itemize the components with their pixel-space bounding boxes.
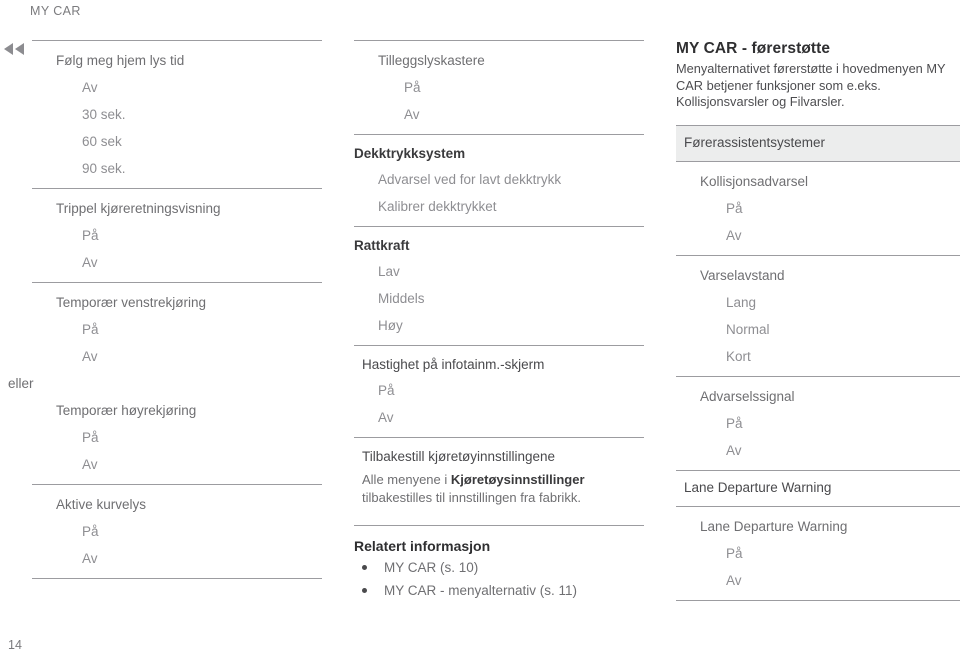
menu-option[interactable]: Av [32,343,322,370]
menu-option[interactable]: På [32,424,322,451]
list-item[interactable]: MY CAR (s. 10) [354,556,644,579]
menu-path-label: Lane Departure Warning [684,479,832,495]
menu-block: Rattkraft Lav Middels Høy [354,226,644,345]
related-information: Relatert informasjon MY CAR (s. 10) MY C… [354,538,644,602]
section-heading: Dekktrykksystem [354,146,466,161]
menu-option[interactable]: 60 sek [32,128,322,155]
menu-option[interactable]: Høy [354,312,644,339]
menu-item-title[interactable]: Trippel kjøreretningsvisning [32,195,322,222]
menu-option[interactable]: Av [676,567,960,594]
page-title: MY CAR - førerstøtte [676,40,831,57]
menu-block: Følg meg hjem lys tid Av 30 sek. 60 sek … [32,40,322,188]
column-left: Følg meg hjem lys tid Av 30 sek. 60 sek … [8,40,322,579]
menu-option[interactable]: Av [32,74,322,101]
reset-description-bold: Kjøretøysinnstillinger [450,472,585,487]
page-number: 14 [8,638,22,652]
three-column-body: Følg meg hjem lys tid Av 30 sek. 60 sek … [0,40,960,630]
column-middle: Tilleggslyskastere På Av Dekktrykksystem… [354,40,644,602]
menu-option[interactable]: På [676,410,960,437]
menu-option[interactable]: Av [32,451,322,478]
menu-option[interactable]: Av [32,249,322,276]
menu-option[interactable]: På [676,195,960,222]
menu-item-title[interactable]: Tilleggslyskastere [354,47,644,74]
reset-description-post: tilbakestilles til innstillingen fra fab… [362,489,581,505]
menu-option[interactable]: På [354,74,644,101]
menu-option[interactable]: På [32,316,322,343]
menu-item-title[interactable]: Temporær høyrekjøring [32,397,322,424]
menu-option[interactable]: Lang [676,289,960,316]
list-item-label: MY CAR - menyalternativ (s. 11) [384,583,578,598]
menu-item-title[interactable]: Følg meg hjem lys tid [32,47,322,74]
menu-block: Dekktrykksystem Advarsel ved for lavt de… [354,134,644,226]
running-header: MY CAR [30,4,81,18]
menu-option[interactable]: Av [676,437,960,464]
menu-block: Varselavstand Lang Normal Kort [676,254,960,376]
menu-alternative-connector: eller [8,376,34,391]
menu-block: Hastighet på infotainm.-skjerm På Av [354,345,644,437]
menu-path-band: Førerassistentsystemer [676,124,960,162]
menu-option[interactable]: Advarsel ved for lavt dekktrykk [354,166,644,193]
menu-option[interactable]: På [676,540,960,567]
menu-option[interactable]: Av [676,222,960,249]
column-right: MY CAR - førerstøtte Menyalternativet fø… [676,40,960,601]
menu-option[interactable]: På [32,222,322,249]
menu-option[interactable]: På [32,518,322,545]
menu-item-title[interactable]: Aktive kurvelys [32,491,322,518]
section-heading: Hastighet på infotainm.-skjerm [362,357,545,372]
menu-option[interactable]: Kalibrer dekktrykket [354,193,644,220]
menu-option[interactable]: Kort [676,343,960,370]
menu-item-title[interactable]: Advarselssignal [676,383,960,410]
menu-option[interactable]: Av [354,101,644,128]
section-heading: Tilbakestill kjøretøyinnstillingene [362,449,556,464]
menu-option[interactable]: Middels [354,285,644,312]
menu-block: Trippel kjøreretningsvisning På Av [32,188,322,282]
menu-block: Kollisjonsadvarsel På Av [676,162,960,255]
section-heading: Rattkraft [354,238,410,253]
menu-block: Lane Departure Warning På Av [676,507,960,601]
reset-description-pre: Alle menyene i [362,472,451,487]
menu-item-title[interactable]: Temporær venstrekjøring [32,289,322,316]
menu-path-label: Førerassistentsystemer [684,134,826,150]
menu-item-title[interactable]: Lane Departure Warning [676,513,960,540]
bullet-icon [362,588,367,593]
reset-block: Tilbakestill kjøretøyinnstillingene Alle… [354,437,644,526]
menu-option[interactable]: 30 sek. [32,101,322,128]
related-information-list: MY CAR (s. 10) MY CAR - menyalternativ (… [354,556,644,602]
menu-option[interactable]: Lav [354,258,644,285]
article-intro: Menyalternativet førerstøtte i hovedmeny… [676,61,946,109]
menu-option[interactable]: Av [32,545,322,572]
menu-item-title[interactable]: Kollisjonsadvarsel [676,168,960,195]
menu-block: Advarselssignal På Av [676,375,960,470]
menu-option[interactable]: 90 sek. [32,155,322,182]
manual-page: MY CAR Følg meg hjem lys tid Av 30 sek. … [0,0,960,666]
bullet-icon [362,565,367,570]
menu-path-band: Lane Departure Warning [676,469,960,507]
menu-option[interactable]: På [354,377,644,404]
list-item-label: MY CAR (s. 10) [384,560,479,575]
menu-block: Temporær venstrekjøring På Av eller Temp… [8,282,322,484]
menu-block: Tilleggslyskastere På Av [354,40,644,134]
menu-option[interactable]: Av [354,404,644,431]
reset-description: Alle menyene i Kjøretøysinnstillinger ti… [354,471,640,506]
menu-item-title[interactable]: Varselavstand [676,262,960,289]
menu-option[interactable]: Normal [676,316,960,343]
list-item[interactable]: MY CAR - menyalternativ (s. 11) [354,579,644,602]
related-information-title: Relatert informasjon [354,538,491,554]
menu-block: Aktive kurvelys På Av [32,484,322,579]
